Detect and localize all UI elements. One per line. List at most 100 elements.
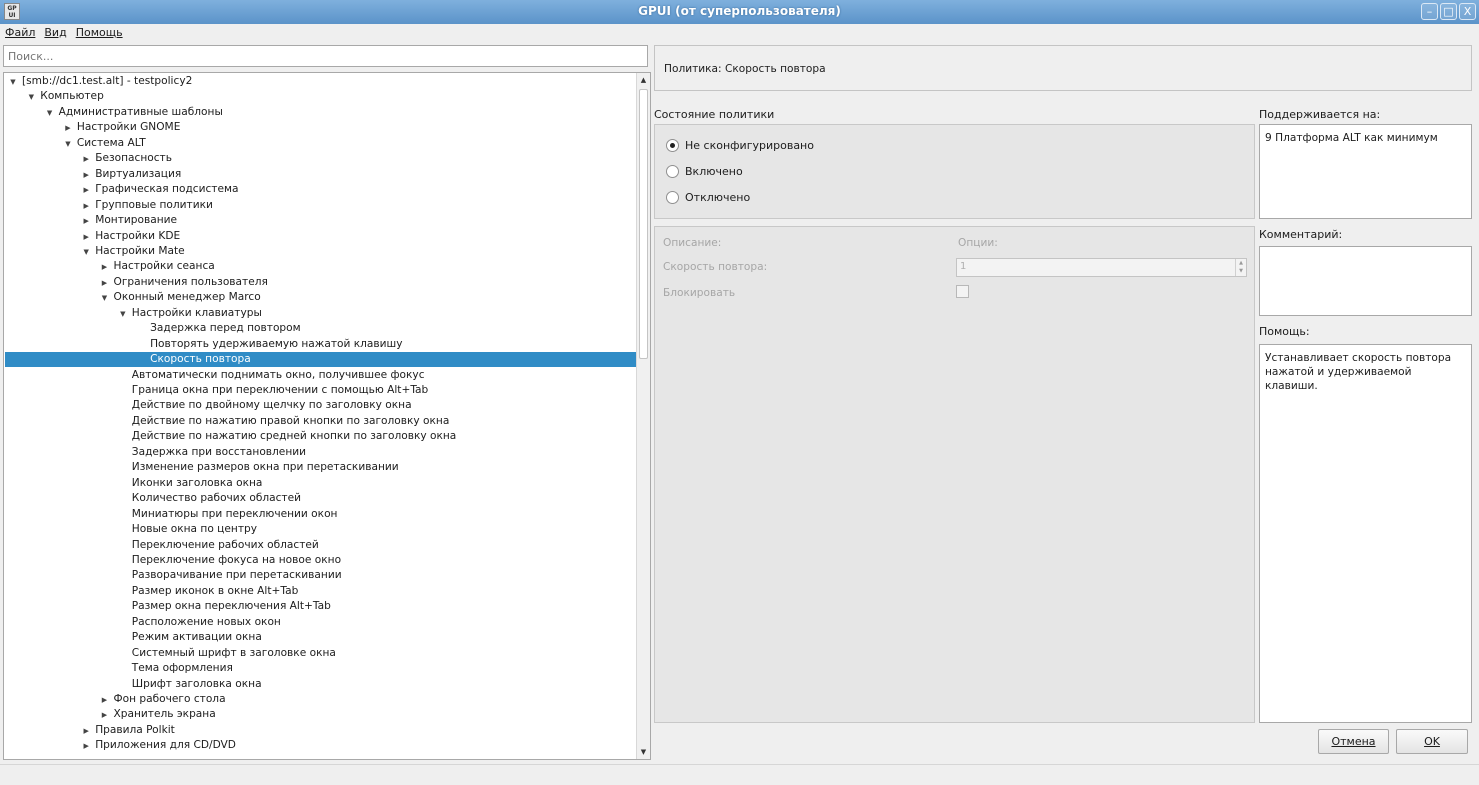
title-bar[interactable]: GP UI GPUI (от суперпользователя) – □ X bbox=[0, 0, 1479, 24]
tree-item[interactable]: Размер иконок в окне Alt+Tab bbox=[5, 584, 637, 599]
cancel-button[interactable]: Отмена bbox=[1318, 729, 1389, 754]
radio-enabled[interactable]: Включено bbox=[666, 163, 743, 179]
expand-arrow-icon[interactable]: ▼ bbox=[118, 307, 128, 322]
tree-item[interactable]: ▼ Административные шаблоны bbox=[5, 105, 637, 120]
tree-item-label: Групповые политики bbox=[95, 198, 213, 211]
expand-arrow-icon[interactable]: ▼ bbox=[81, 245, 91, 260]
maximize-icon[interactable]: □ bbox=[1440, 3, 1457, 20]
collapse-arrow-icon[interactable]: ▶ bbox=[81, 214, 91, 229]
tree-item[interactable]: Системный шрифт в заголовке окна bbox=[5, 646, 637, 661]
menu-help[interactable]: Помощь bbox=[71, 24, 127, 43]
tree-scrollbar[interactable]: ▲ ▼ bbox=[636, 73, 650, 759]
ok-button-label: OK bbox=[1424, 735, 1440, 748]
tree-item[interactable]: ▶ Хранитель экрана bbox=[5, 707, 637, 722]
tree-item[interactable]: Задержка при восстановлении bbox=[5, 445, 637, 460]
tree-item[interactable]: ▶ Правила Polkit bbox=[5, 723, 637, 738]
tree-item[interactable]: ▼ Система ALT bbox=[5, 136, 637, 151]
collapse-arrow-icon[interactable]: ▶ bbox=[100, 260, 110, 275]
tree-item[interactable]: ▶ Безопасность bbox=[5, 151, 637, 166]
lock-label: Блокировать bbox=[663, 287, 736, 299]
tree-item[interactable]: ▼ Настройки Mate bbox=[5, 244, 637, 259]
repeat-rate-label: Скорость повтора: bbox=[663, 261, 768, 273]
tree-item[interactable]: Действие по двойному щелчку по заголовку… bbox=[5, 398, 637, 413]
tree-item[interactable]: Действие по нажатию правой кнопки по заг… bbox=[5, 414, 637, 429]
tree-item[interactable]: Граница окна при переключении с помощью … bbox=[5, 383, 637, 398]
search-input[interactable] bbox=[3, 45, 648, 67]
tree-item[interactable]: Шрифт заголовка окна bbox=[5, 677, 637, 692]
collapse-arrow-icon[interactable]: ▶ bbox=[81, 152, 91, 167]
expand-arrow-icon[interactable]: ▼ bbox=[45, 106, 55, 121]
tree-item[interactable]: ▶ Приложения для CD/DVD bbox=[5, 738, 637, 753]
tree-item[interactable]: ▼ Оконный менеджер Marco bbox=[5, 290, 637, 305]
expand-arrow-icon[interactable]: ▼ bbox=[8, 75, 18, 90]
tree-item[interactable]: Автоматически поднимать окно, получившее… bbox=[5, 368, 637, 383]
tree-item[interactable]: ▶ Графическая подсистема bbox=[5, 182, 637, 197]
tree-item[interactable]: Количество рабочих областей bbox=[5, 491, 637, 506]
tree-item[interactable]: Задержка перед повтором bbox=[5, 321, 637, 336]
collapse-arrow-icon[interactable]: ▶ bbox=[100, 708, 110, 723]
collapse-arrow-icon[interactable]: ▶ bbox=[81, 724, 91, 739]
tree-item[interactable]: ▶ Фон рабочего стола bbox=[5, 692, 637, 707]
collapse-arrow-icon[interactable]: ▶ bbox=[81, 183, 91, 198]
tree-item-label: Настройки клавиатуры bbox=[131, 306, 262, 319]
lock-checkbox[interactable] bbox=[956, 285, 969, 298]
tree-item[interactable]: Повторять удерживаемую нажатой клавишу bbox=[5, 337, 637, 352]
tree-item[interactable]: Переключение фокуса на новое окно bbox=[5, 553, 637, 568]
comment-textbox[interactable] bbox=[1259, 246, 1472, 316]
tree-item-label: Приложения для CD/DVD bbox=[95, 739, 236, 752]
collapse-arrow-icon[interactable]: ▶ bbox=[81, 168, 91, 183]
menu-view[interactable]: Вид bbox=[39, 24, 70, 43]
tree-item[interactable]: Тема оформления bbox=[5, 661, 637, 676]
repeat-rate-spinbox[interactable]: 1 ▲ ▼ bbox=[956, 258, 1247, 277]
tree-item[interactable]: Размер окна переключения Alt+Tab bbox=[5, 599, 637, 614]
tree-item[interactable]: ▶ Ограничения пользователя bbox=[5, 275, 637, 290]
collapse-arrow-icon[interactable]: ▶ bbox=[81, 230, 91, 245]
tree-item[interactable]: Новые окна по центру bbox=[5, 522, 637, 537]
menu-file[interactable]: Файл bbox=[0, 24, 39, 43]
tree-item[interactable]: Разворачивание при перетаскивании bbox=[5, 568, 637, 583]
tree-item[interactable]: ▼ Компьютер bbox=[5, 89, 637, 104]
expand-arrow-icon[interactable]: ▼ bbox=[26, 90, 36, 105]
tree-item[interactable]: ▶ Настройки GNOME bbox=[5, 120, 637, 135]
menu-bar: Файл Вид Помощь bbox=[0, 24, 1479, 43]
collapse-arrow-icon[interactable]: ▶ bbox=[81, 199, 91, 214]
collapse-arrow-icon[interactable]: ▶ bbox=[81, 739, 91, 754]
tree-item[interactable]: ▶ Настройки сеанса bbox=[5, 259, 637, 274]
radio-disabled-icon[interactable] bbox=[666, 190, 679, 204]
expand-arrow-icon[interactable]: ▼ bbox=[63, 137, 73, 152]
tree-item[interactable]: ▶ Монтирование bbox=[5, 213, 637, 228]
policy-tree[interactable]: ▼ [smb://dc1.test.alt] - testpolicy2 ▼ Комп… bbox=[3, 72, 651, 760]
tree-item[interactable]: Расположение новых окон bbox=[5, 615, 637, 630]
collapse-arrow-icon[interactable]: ▶ bbox=[63, 121, 73, 136]
tree-item[interactable]: ▶ Групповые политики bbox=[5, 198, 637, 213]
tree-item[interactable]: Режим активации окна bbox=[5, 630, 637, 645]
tree-item-label: Настройки KDE bbox=[95, 229, 181, 242]
collapse-arrow-icon[interactable]: ▶ bbox=[100, 276, 110, 291]
scroll-up-icon[interactable]: ▲ bbox=[637, 73, 650, 87]
tree-item[interactable]: Скорость повтора bbox=[5, 352, 637, 368]
radio-not-configured[interactable]: Не сконфигурировано bbox=[666, 137, 814, 153]
tree-item[interactable]: ▼ [smb://dc1.test.alt] - testpolicy2 bbox=[5, 74, 637, 89]
scroll-thumb[interactable] bbox=[639, 89, 648, 359]
tree-item[interactable]: ▼ Настройки клавиатуры bbox=[5, 306, 637, 321]
tree-item[interactable]: ▶ Настройки KDE bbox=[5, 229, 637, 244]
expand-arrow-icon[interactable]: ▼ bbox=[100, 291, 110, 306]
tree-item[interactable]: Миниатюры при переключении окон bbox=[5, 507, 637, 522]
close-icon[interactable]: X bbox=[1459, 3, 1476, 20]
tree-item-label: Настройки Mate bbox=[95, 244, 185, 257]
scroll-down-icon[interactable]: ▼ bbox=[637, 745, 650, 759]
ok-button[interactable]: OK bbox=[1396, 729, 1468, 754]
minimize-icon[interactable]: – bbox=[1421, 3, 1438, 20]
tree-item[interactable]: Действие по нажатию средней кнопки по за… bbox=[5, 429, 637, 444]
radio-enabled-icon[interactable] bbox=[666, 164, 679, 178]
tree-item[interactable]: Переключение рабочих областей bbox=[5, 538, 637, 553]
tree-item[interactable]: ▶ Виртуализация bbox=[5, 167, 637, 182]
radio-disabled[interactable]: Отключено bbox=[666, 189, 750, 205]
tree-item[interactable]: Изменение размеров окна при перетаскиван… bbox=[5, 460, 637, 475]
spin-arrows-icon[interactable]: ▲ ▼ bbox=[1235, 259, 1246, 276]
collapse-arrow-icon[interactable]: ▶ bbox=[100, 693, 110, 708]
tree-item-label: Шрифт заголовка окна bbox=[131, 677, 262, 690]
tree-item-label: Разворачивание при перетаскивании bbox=[131, 569, 342, 582]
radio-not-configured-icon[interactable] bbox=[666, 138, 679, 152]
tree-item[interactable]: Иконки заголовка окна bbox=[5, 476, 637, 491]
